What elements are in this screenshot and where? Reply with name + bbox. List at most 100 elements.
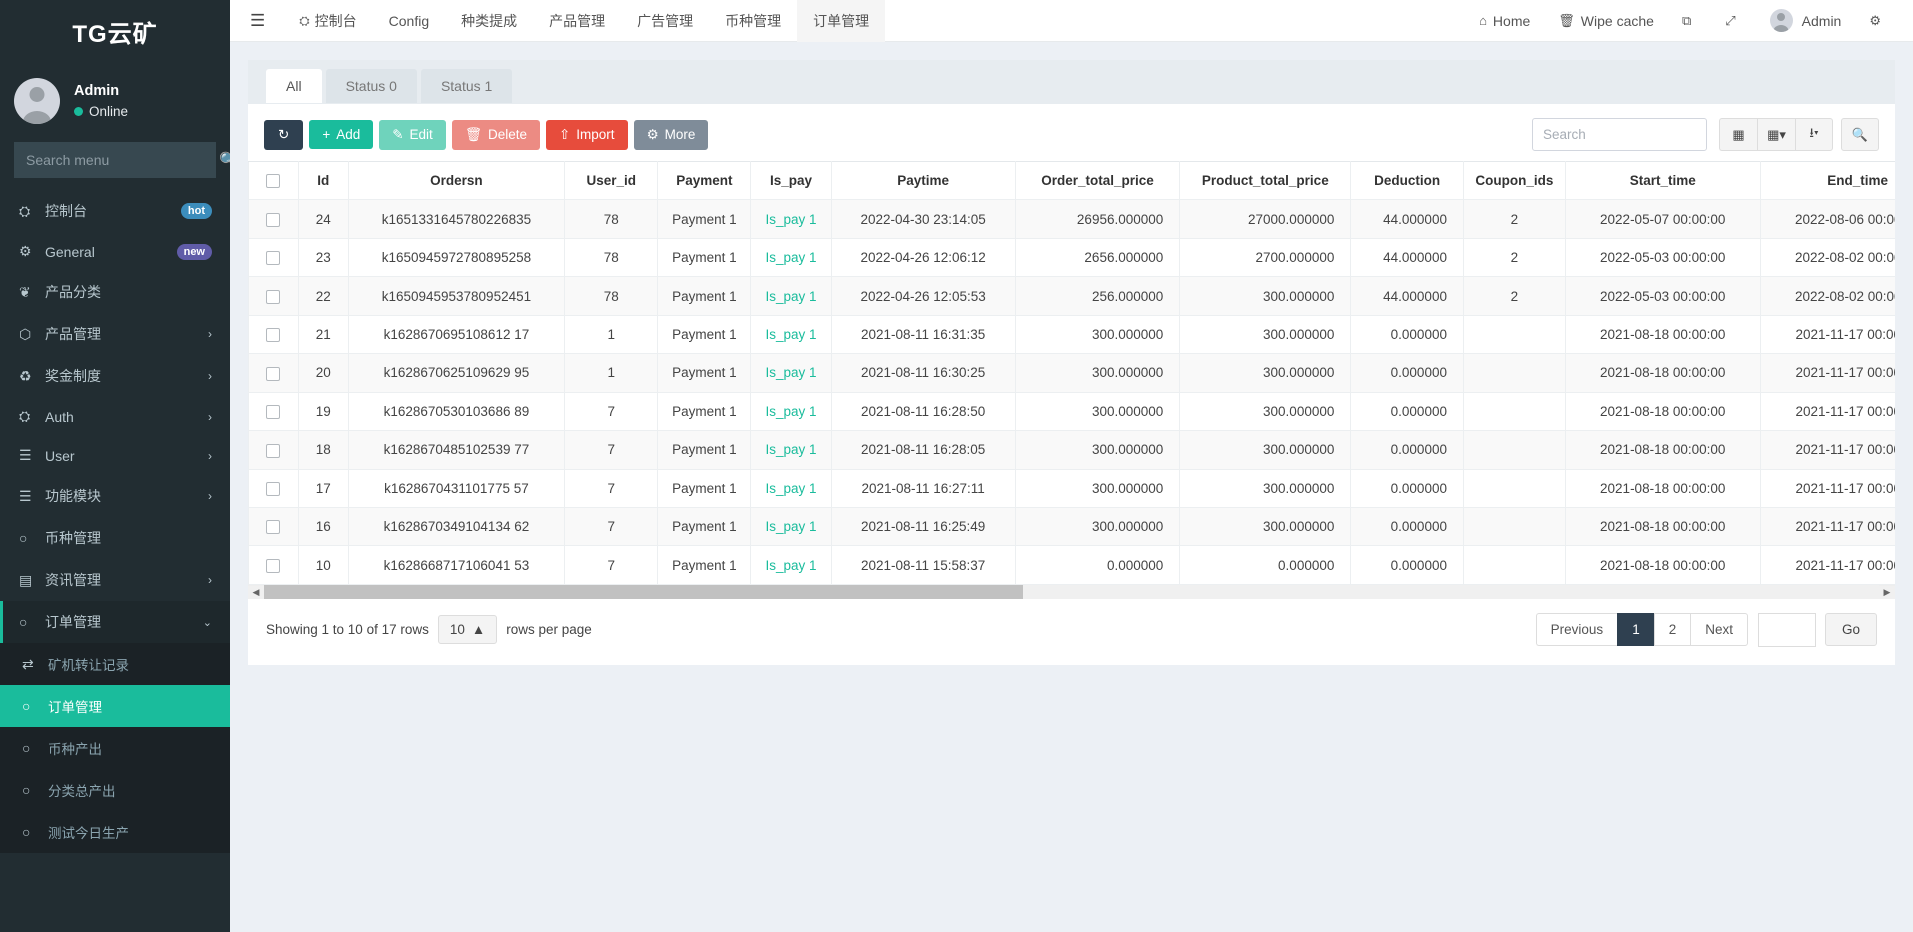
cell-payment: Payment 1 [658, 431, 751, 469]
menu-toggle-icon[interactable]: ☰ [230, 11, 283, 31]
scrollbar-thumb[interactable] [264, 585, 1023, 599]
topnav-item-订单管理[interactable]: 订单管理 [797, 0, 885, 42]
table-row[interactable]: 19k1628670530103686 897Payment 1Is_pay 1… [249, 392, 1896, 430]
table-row[interactable]: 23k165094597278089525878Payment 1Is_pay … [249, 238, 1896, 276]
table-search-input[interactable] [1532, 118, 1707, 151]
row-select-cell[interactable] [249, 200, 299, 238]
sidebar-item-资讯管理[interactable]: ▤资讯管理› [0, 559, 230, 601]
row-select-cell[interactable] [249, 546, 299, 584]
sidebar-subitem-测试今日生产[interactable]: ○测试今日生产 [0, 811, 230, 853]
table-row[interactable]: 20k1628670625109629 951Payment 1Is_pay 1… [249, 354, 1896, 392]
tab-status-1[interactable]: Status 1 [421, 69, 512, 103]
topnav-item-控制台[interactable]: ⛭控制台 [283, 0, 372, 42]
topnav-item-广告管理[interactable]: 广告管理 [621, 0, 709, 42]
topnav-right-copy-icon[interactable]: ⧉ [1668, 0, 1711, 42]
chevron-icon: › [208, 327, 212, 341]
topnav-right-Admin[interactable]: Admin [1756, 0, 1856, 42]
sidebar-item-user[interactable]: ☰User› [0, 436, 230, 475]
row-checkbox[interactable] [266, 444, 280, 458]
card-view-icon[interactable]: ▦ [1719, 118, 1757, 151]
sidebar-item-general[interactable]: ⚙Generalnew [0, 232, 230, 271]
table-row[interactable]: 18k1628670485102539 777Payment 1Is_pay 1… [249, 431, 1896, 469]
next-page-button[interactable]: Next [1690, 613, 1748, 646]
users-icon: ⛭ [19, 408, 45, 425]
tab-status-0[interactable]: Status 0 [326, 69, 417, 103]
fullscreen-icon: ⤢ [1725, 13, 1735, 29]
sidebar-item-订单管理[interactable]: ○订单管理⌄ [0, 601, 230, 643]
sidebar-search[interactable]: 🔍 [14, 142, 216, 178]
topnav-right-Home[interactable]: ⌂Home [1465, 0, 1544, 42]
row-checkbox[interactable] [266, 520, 280, 534]
table-row[interactable]: 17k1628670431101775 577Payment 1Is_pay 1… [249, 469, 1896, 507]
select-all-header[interactable] [249, 162, 299, 200]
advanced-search-icon[interactable]: 🔍 [1841, 118, 1879, 151]
table-row[interactable]: 24k165133164578022683578Payment 1Is_pay … [249, 200, 1896, 238]
scrollbar-track[interactable] [264, 585, 1879, 599]
cell-order_total_price: 300.000000 [1015, 354, 1180, 392]
row-select-cell[interactable] [249, 431, 299, 469]
sidebar-item-产品管理[interactable]: ⬡产品管理› [0, 313, 230, 355]
row-select-cell[interactable] [249, 238, 299, 276]
topnav-right-Wipe cache[interactable]: 🗑Wipe cache [1544, 0, 1668, 42]
refresh-button[interactable]: ↻ [264, 120, 303, 150]
row-checkbox[interactable] [266, 559, 280, 573]
rows-per-page-select[interactable]: 10 ▲ [438, 615, 497, 644]
topnav-item-种类提成[interactable]: 种类提成 [445, 0, 533, 42]
row-checkbox[interactable] [266, 213, 280, 227]
cell-user_id: 1 [565, 315, 658, 353]
sidebar-item-产品分类[interactable]: ❦产品分类 [0, 271, 230, 313]
delete-button[interactable]: 🗑 Delete [452, 120, 540, 150]
add-button[interactable]: + Add [309, 120, 373, 149]
scroll-left-icon[interactable]: ◀ [248, 587, 264, 598]
row-select-cell[interactable] [249, 392, 299, 430]
import-button[interactable]: ⇧ Import [546, 120, 628, 150]
topnav-item-币种管理[interactable]: 币种管理 [709, 0, 797, 42]
edit-button[interactable]: ✎ Edit [379, 120, 446, 150]
topnav-item-产品管理[interactable]: 产品管理 [533, 0, 621, 42]
columns-toggle-icon[interactable]: ▦▾ [1757, 118, 1795, 151]
row-checkbox[interactable] [266, 482, 280, 496]
sidebar-item-auth[interactable]: ⛭Auth› [0, 397, 230, 436]
search-icon[interactable]: 🔍 [219, 151, 230, 169]
search-menu-input[interactable] [14, 152, 219, 168]
sidebar-subitem-分类总产出[interactable]: ○分类总产出 [0, 769, 230, 811]
table-row[interactable]: 22k165094595378095245178Payment 1Is_pay … [249, 277, 1896, 315]
horizontal-scrollbar[interactable]: ◀ ▶ [248, 585, 1895, 599]
sidebar-subitem-币种产出[interactable]: ○币种产出 [0, 727, 230, 769]
caret-up-icon: ▲ [472, 622, 485, 637]
row-checkbox[interactable] [266, 328, 280, 342]
row-select-cell[interactable] [249, 315, 299, 353]
page-button-2[interactable]: 2 [1654, 613, 1691, 646]
row-checkbox[interactable] [266, 367, 280, 381]
topnav-item-Config[interactable]: Config [373, 0, 445, 42]
previous-page-button[interactable]: Previous [1536, 613, 1618, 646]
sidebar-item-控制台[interactable]: ⛭控制台hot [0, 190, 230, 232]
row-checkbox[interactable] [266, 290, 280, 304]
row-select-cell[interactable] [249, 469, 299, 507]
brand-logo[interactable]: TG云矿 [0, 0, 230, 62]
row-checkbox[interactable] [266, 405, 280, 419]
row-select-cell[interactable] [249, 354, 299, 392]
topnav-right-gear-icon[interactable]: ⚙ [1855, 0, 1901, 42]
row-select-cell[interactable] [249, 507, 299, 545]
topnav-right-fullscreen-icon[interactable]: ⤢ [1711, 0, 1755, 42]
row-select-cell[interactable] [249, 277, 299, 315]
more-button[interactable]: ⚙ More [634, 120, 709, 150]
sidebar-item-功能模块[interactable]: ☰功能模块› [0, 475, 230, 517]
sidebar-subitem-矿机转让记录[interactable]: ⇄矿机转让记录 [0, 643, 230, 685]
row-checkbox[interactable] [266, 251, 280, 265]
sidebar-item-奖金制度[interactable]: ♻奖金制度› [0, 355, 230, 397]
cell-payment: Payment 1 [658, 392, 751, 430]
goto-page-input[interactable] [1758, 613, 1816, 647]
scroll-right-icon[interactable]: ▶ [1879, 587, 1895, 598]
table-row[interactable]: 16k1628670349104134 627Payment 1Is_pay 1… [249, 507, 1896, 545]
table-row[interactable]: 10k1628668717106041 537Payment 1Is_pay 1… [249, 546, 1896, 584]
sidebar-item-币种管理[interactable]: ○币种管理 [0, 517, 230, 559]
sidebar-subitem-订单管理[interactable]: ○订单管理 [0, 685, 230, 727]
table-row[interactable]: 21k1628670695108612 171Payment 1Is_pay 1… [249, 315, 1896, 353]
go-button[interactable]: Go [1825, 613, 1877, 646]
export-icon[interactable]: ⭳▾ [1795, 118, 1833, 151]
select-all-checkbox[interactable] [266, 174, 280, 188]
tab-all[interactable]: All [266, 69, 322, 103]
page-button-1[interactable]: 1 [1617, 613, 1654, 646]
